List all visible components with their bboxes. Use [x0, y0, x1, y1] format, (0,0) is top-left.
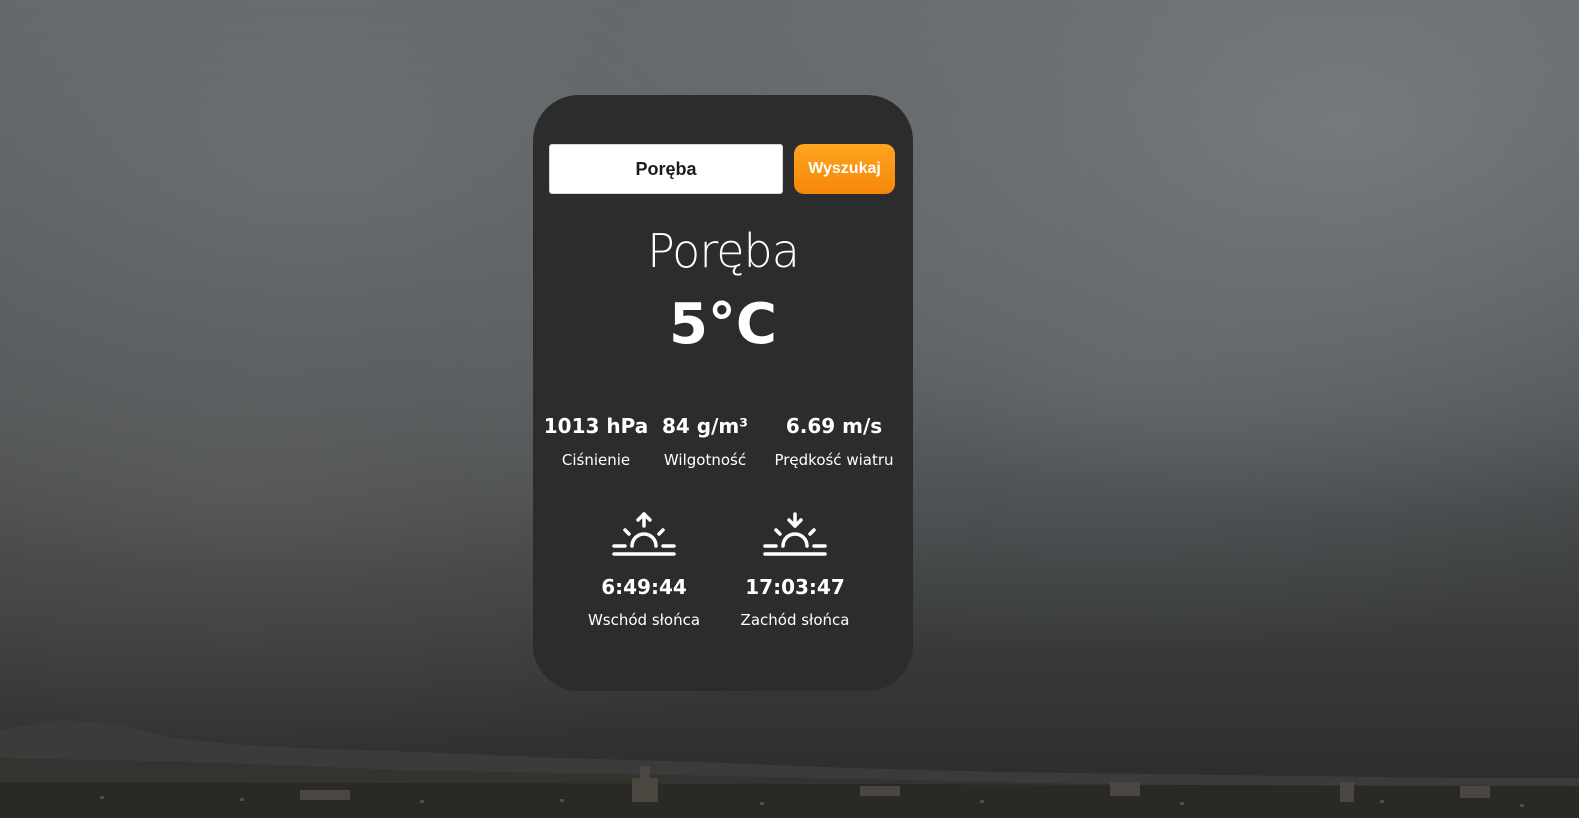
humidity-value: 84 g/m³: [661, 414, 748, 438]
stat-humidity: 84 g/m³ Wilgotność: [655, 413, 755, 470]
temperature: 5°C: [668, 292, 778, 357]
sunset-label: Zachód słońca: [740, 611, 850, 629]
search-input[interactable]: [549, 144, 783, 194]
background-skyline: [0, 678, 1579, 818]
sunrise-icon: [612, 512, 676, 556]
wind-speed-label: Prędkość wiatru: [774, 451, 894, 469]
sunrise-block: 6:49:44 Wschód słońca: [579, 512, 709, 630]
stat-pressure: 1013 hPa Ciśnienie: [539, 413, 653, 470]
weather-card: Wyszukaj Poręba 5°C 1013 hPa Ciśnienie 8…: [533, 95, 913, 691]
sunset-time: 17:03:47: [745, 575, 845, 599]
wind-speed-value: 6.69 m/s: [785, 414, 883, 438]
humidity-label: Wilgotność: [663, 451, 747, 469]
skyline-image: [0, 720, 1579, 818]
pressure-label: Ciśnienie: [561, 451, 631, 469]
sunset-icon: [763, 512, 827, 556]
sunset-block: 17:03:47 Zachód słońca: [730, 512, 860, 630]
sunrise-time: 6:49:44: [601, 575, 687, 599]
search-button[interactable]: Wyszukaj: [794, 144, 895, 194]
stat-wind-speed: 6.69 m/s Prędkość wiatru: [765, 413, 903, 470]
city-name: Poręba: [647, 224, 800, 278]
pressure-value: 1013 hPa: [543, 414, 649, 438]
sunrise-label: Wschód słońca: [587, 611, 701, 629]
